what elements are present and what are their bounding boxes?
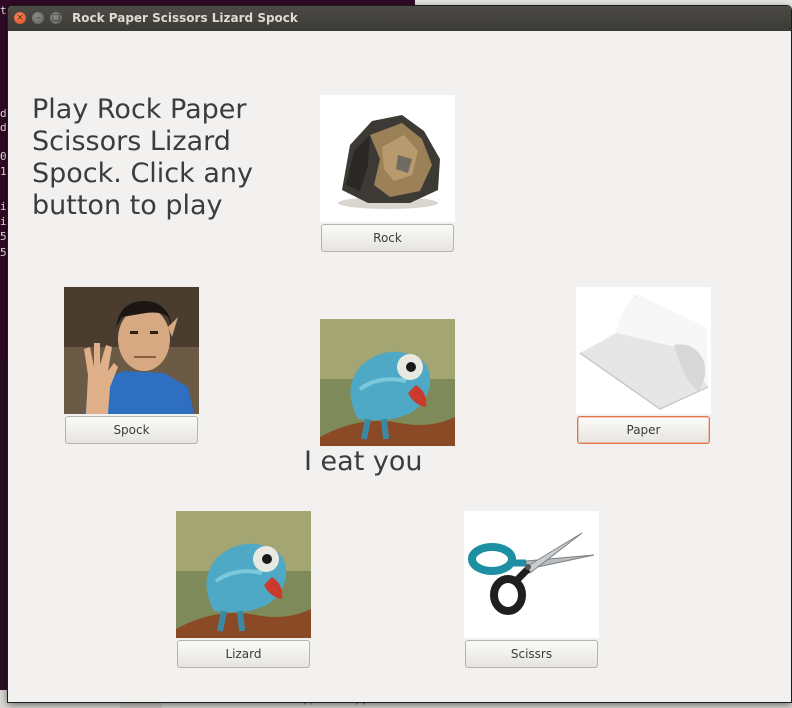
- rock-button[interactable]: Rock: [321, 224, 454, 252]
- terminal-line: 5: [0, 230, 7, 243]
- result-message: I eat you: [304, 446, 423, 477]
- lizard-image: [176, 511, 311, 638]
- rock-image: [320, 95, 455, 222]
- titlebar[interactable]: × – □ Rock Paper Scissors Lizard Spock: [8, 6, 791, 31]
- terminal-line: 5: [0, 246, 7, 259]
- terminal-line: 0: [0, 150, 7, 163]
- paper-button[interactable]: Paper: [577, 416, 710, 444]
- maximize-icon[interactable]: □: [50, 12, 62, 24]
- computer-choice-image: [320, 319, 455, 446]
- close-icon[interactable]: ×: [14, 12, 26, 24]
- window-title: Rock Paper Scissors Lizard Spock: [72, 11, 298, 25]
- terminal-line: d: [0, 107, 7, 120]
- lizard-button[interactable]: Lizard: [177, 640, 310, 668]
- app-window: × – □ Rock Paper Scissors Lizard Spock P…: [7, 5, 792, 703]
- terminal-line: t: [0, 4, 7, 17]
- terminal-line: i: [0, 215, 7, 228]
- terminal-line: i: [0, 200, 7, 213]
- terminal-line: d: [0, 121, 7, 134]
- terminal-line: 1: [0, 165, 7, 178]
- instructions-text: Play Rock Paper Scissors Lizard Spock. C…: [32, 94, 253, 221]
- scissors-image: [464, 511, 599, 638]
- scissors-button[interactable]: Scissrs: [465, 640, 598, 668]
- spock-image: [64, 287, 199, 414]
- minimize-icon[interactable]: –: [32, 12, 44, 24]
- paper-image: [576, 287, 711, 414]
- spock-button[interactable]: Spock: [65, 416, 198, 444]
